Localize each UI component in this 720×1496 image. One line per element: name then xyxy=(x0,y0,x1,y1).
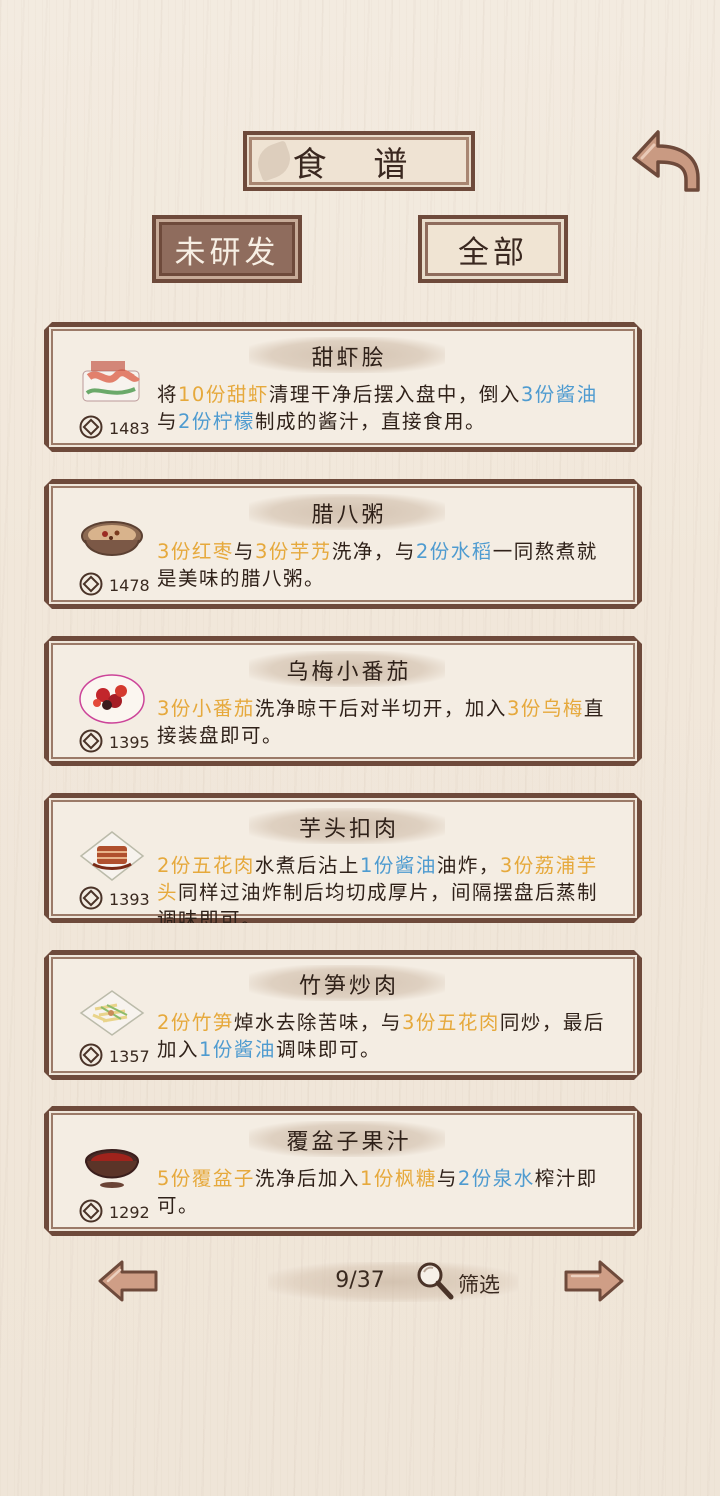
recipe-card[interactable]: 腊八粥 1478 3份红枣与3份芋艿洗净，与2份水稻一同熬煮就是美味的腊八粥。 xyxy=(44,479,642,609)
recipe-description: 2份竹笋焯水去除苦味，与3份五花肉同炒，最后加入1份酱油调味即可。 xyxy=(157,1009,617,1063)
back-button[interactable] xyxy=(628,126,704,196)
description-text: 焯水去除苦味，与 xyxy=(233,1011,402,1034)
tab-all[interactable]: 全部 xyxy=(418,215,568,283)
ingredient-seasoning: 2份柠檬 xyxy=(178,410,255,433)
coin-icon xyxy=(79,572,103,596)
filter-button[interactable]: 筛选 xyxy=(414,1260,514,1302)
description-text: 同样过油炸制后均切成厚片，间隔摆盘后蒸制调味即可。 xyxy=(157,881,599,931)
recipe-description: 将10份甜虾清理干净后摆入盘中，倒入3份酱油与2份柠檬制成的酱汁，直接食用。 xyxy=(157,381,617,435)
description-text: 与 xyxy=(233,540,255,563)
recipe-price: 1395 xyxy=(109,733,150,752)
description-text: 清理干净后摆入盘中，倒入 xyxy=(268,383,521,406)
prev-arrow-icon xyxy=(98,1260,158,1302)
coin-icon xyxy=(79,1043,103,1067)
next-arrow-icon xyxy=(564,1260,624,1302)
raspberry-juice-icon xyxy=(77,1141,147,1197)
recipe-name: 甜虾脍 xyxy=(311,346,387,371)
description-text: 洗净后加入 xyxy=(254,1167,360,1190)
recipe-price: 1478 xyxy=(109,576,150,595)
description-text: 将 xyxy=(157,383,179,406)
recipe-card[interactable]: 覆盆子果汁 1292 5份覆盆子洗净后加入1份枫糖与2份泉水榨汁即可。 xyxy=(44,1106,642,1236)
description-text: 调味即可。 xyxy=(275,1038,381,1061)
recipe-price: 1292 xyxy=(109,1203,150,1222)
recipe-card[interactable]: 芋头扣肉 1393 2份五花肉水煮后沾上1份酱油油炸，3份荔浦芋头同样过油炸制后均切… xyxy=(44,793,642,923)
ingredient-main: 2份竹笋 xyxy=(157,1011,234,1034)
ingredient-main: 5份覆盆子 xyxy=(157,1167,255,1190)
sweet-shrimp-dish-icon xyxy=(77,357,147,413)
coin-icon xyxy=(79,886,103,910)
filter-label: 筛选 xyxy=(458,1273,500,1297)
laba-porridge-icon xyxy=(77,514,147,570)
description-text: 与 xyxy=(436,1167,458,1190)
description-text: 油炸， xyxy=(436,854,500,877)
ingredient-main: 2份五花肉 xyxy=(157,854,255,877)
recipe-price: 1393 xyxy=(109,890,150,909)
recipe-name: 乌梅小番茄 xyxy=(286,660,412,685)
recipe-description: 3份红枣与3份芋艿洗净，与2份水稻一同熬煮就是美味的腊八粥。 xyxy=(157,538,617,592)
ingredient-seasoning: 2份水稻 xyxy=(415,540,493,563)
recipe-card[interactable]: 竹笋炒肉 1357 2份竹笋焯水去除苦味，与3份五花肉同炒，最后加入1份酱油调味即可… xyxy=(44,950,642,1080)
magnifier-icon xyxy=(417,1262,454,1300)
recipe-name: 覆盆子果汁 xyxy=(286,1130,412,1155)
tab-undeveloped[interactable]: 未研发 xyxy=(152,215,302,283)
recipe-description: 3份小番茄洗净晾干后对半切开，加入3份乌梅直接装盘即可。 xyxy=(157,695,617,749)
ingredient-seasoning: 2份泉水 xyxy=(457,1167,535,1190)
coin-icon xyxy=(79,1199,103,1223)
recipe-description: 2份五花肉水煮后沾上1份酱油油炸，3份荔浦芋头同样过油炸制后均切成厚片，间隔摆盘… xyxy=(157,852,617,933)
description-text: 制成的酱汁，直接食用。 xyxy=(254,410,486,433)
recipe-card[interactable]: 甜虾脍 1483 将10份甜虾清理干净后摆入盘中，倒入3份酱油与2份柠檬制成的酱汁，… xyxy=(44,322,642,452)
description-text: 洗净晾干后对半切开，加入 xyxy=(254,697,507,720)
description-text: 与 xyxy=(157,410,179,433)
ingredient-main: 3份芋艿 xyxy=(254,540,332,563)
bamboo-shoot-pork-icon xyxy=(77,985,147,1041)
recipe-price: 1483 xyxy=(109,419,150,438)
ingredient-seasoning: 1份酱油 xyxy=(199,1038,276,1061)
description-text: 水煮后沾上 xyxy=(254,854,360,877)
back-arrow-icon xyxy=(632,130,700,192)
ingredient-seasoning: 1份酱油 xyxy=(359,854,437,877)
page-title: 食 谱 xyxy=(243,131,475,191)
taro-pork-dish-icon xyxy=(77,828,147,884)
ingredient-main: 3份五花肉 xyxy=(401,1011,500,1034)
recipe-description: 5份覆盆子洗净后加入1份枫糖与2份泉水榨汁即可。 xyxy=(157,1165,617,1219)
ingredient-main: 3份小番茄 xyxy=(157,697,255,720)
recipe-name: 竹笋炒肉 xyxy=(298,974,399,999)
recipe-name: 腊八粥 xyxy=(311,503,387,528)
ingredient-main: 3份乌梅 xyxy=(506,697,584,720)
page-indicator: 9/37 xyxy=(335,1268,385,1293)
plum-tomato-dish-icon xyxy=(77,671,147,727)
recipe-card[interactable]: 乌梅小番茄 1395 3份小番茄洗净晾干后对半切开，加入3份乌梅直接装盘即可。 xyxy=(44,636,642,766)
ingredient-main: 3份红枣 xyxy=(157,540,234,563)
ingredient-main: 10份甜虾 xyxy=(178,383,269,406)
recipe-name: 芋头扣肉 xyxy=(298,817,399,842)
coin-icon xyxy=(79,729,103,753)
ingredient-seasoning: 3份酱油 xyxy=(520,383,598,406)
prev-page-button[interactable] xyxy=(96,1258,162,1304)
next-page-button[interactable] xyxy=(560,1258,626,1304)
coin-icon xyxy=(79,415,103,439)
recipe-price: 1357 xyxy=(109,1047,150,1066)
ingredient-main: 1份枫糖 xyxy=(359,1167,437,1190)
description-text: 洗净，与 xyxy=(331,540,416,563)
